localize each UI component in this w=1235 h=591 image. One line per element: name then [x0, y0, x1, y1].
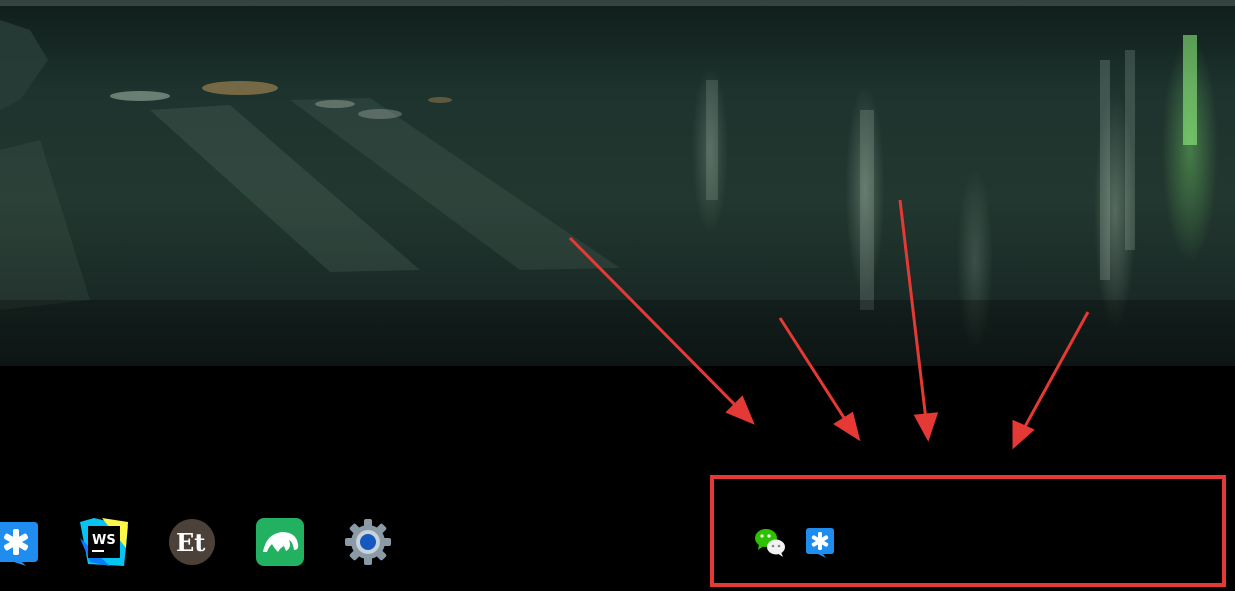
settings-gear-icon [345, 519, 391, 565]
ctrip-dock-icon[interactable]: Et [168, 518, 216, 566]
manatee-app-icon [256, 518, 304, 566]
annotation-arrowhead [1012, 419, 1035, 450]
wechat-icon [755, 529, 785, 557]
svg-text:WS: WS [92, 533, 116, 548]
annotation-arrowhead [913, 412, 939, 442]
webstorm-icon: WS [80, 518, 128, 566]
ctrip-icon: Et [169, 519, 215, 565]
annotation-arrowhead [725, 395, 755, 425]
manatee-app-dock-icon[interactable] [256, 518, 304, 566]
webstorm-dock-icon[interactable]: WS [80, 518, 128, 566]
desktop-wallpaper [0, 0, 1235, 366]
desktop-screen: WS Et [0, 0, 1235, 591]
dingtalk-icon [806, 528, 834, 558]
wallpaper-details [0, 0, 1235, 366]
svg-text:Et: Et [176, 528, 205, 557]
wechat-tray-icon[interactable] [754, 526, 786, 558]
dingtalk-tray-icon[interactable] [804, 526, 836, 558]
highlight-box [710, 475, 1226, 587]
dingtalk-dock-icon[interactable] [0, 518, 40, 566]
system-settings-dock-icon[interactable] [344, 518, 392, 566]
dingtalk-icon [0, 522, 38, 566]
annotation-arrowhead [833, 411, 861, 442]
